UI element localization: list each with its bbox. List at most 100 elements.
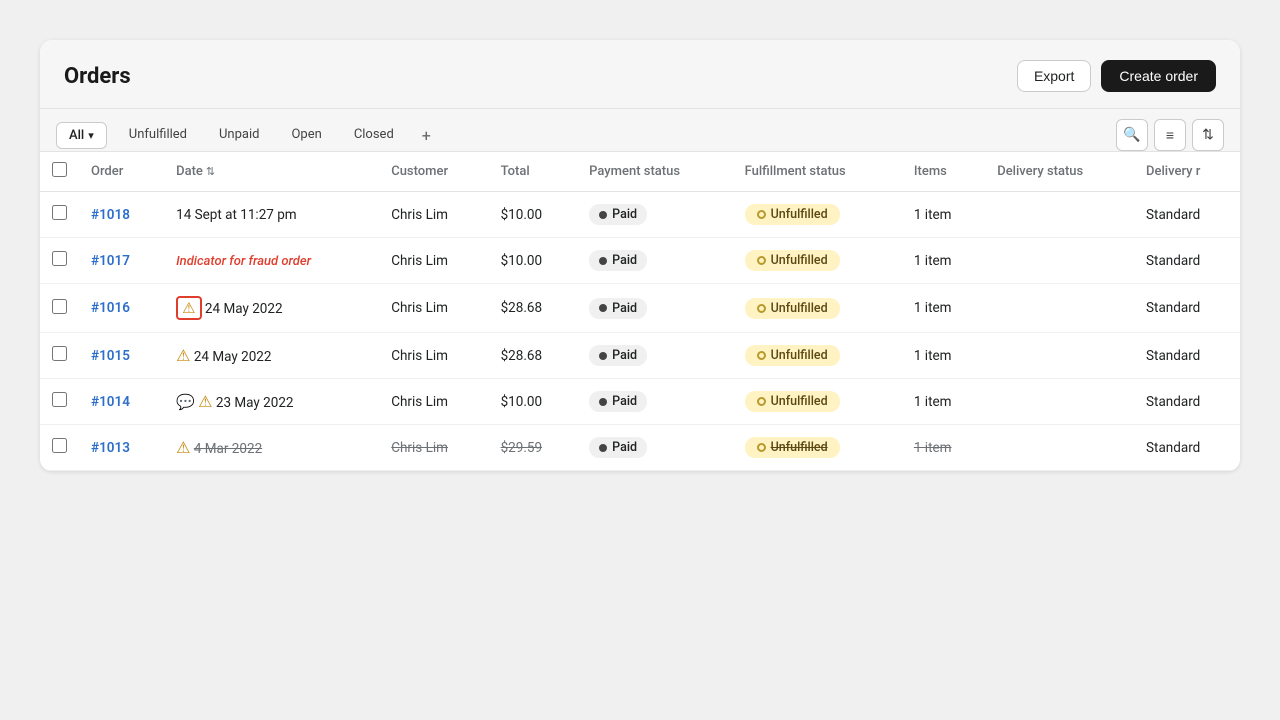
tab-open[interactable]: Open	[277, 121, 335, 150]
col-customer: Customer	[379, 152, 488, 192]
tab-all[interactable]: All ▾	[56, 122, 107, 149]
chat-icon: 💬	[176, 393, 195, 411]
payment-status-badge: Paid	[589, 437, 647, 458]
unfulfilled-ring	[757, 443, 766, 452]
col-fulfillment-status: Fulfillment status	[733, 152, 902, 192]
fulfillment-status-badge: Unfulfilled	[745, 204, 840, 225]
col-total: Total	[489, 152, 578, 192]
payment-status-badge: Paid	[589, 298, 647, 319]
delivery-r: Standard	[1134, 238, 1240, 284]
sort-date-icon: ⇅	[206, 165, 215, 178]
filter-icon: ≡	[1166, 127, 1174, 144]
order-total: $10.00	[489, 379, 578, 425]
page-header: Orders Export Create order	[40, 40, 1240, 109]
order-number[interactable]: #1016	[91, 300, 130, 316]
date-text: 24 May 2022	[194, 349, 272, 365]
customer-name: Chris Lim	[379, 192, 488, 238]
date-text: 4 Mar 2022	[194, 441, 262, 457]
order-total: $29.59	[489, 425, 578, 471]
fulfillment-status-badge: Unfulfilled	[745, 250, 840, 271]
tab-unfulfilled[interactable]: Unfulfilled	[115, 121, 201, 150]
create-order-button[interactable]: Create order	[1101, 60, 1216, 92]
col-payment-status: Payment status	[577, 152, 732, 192]
table-row: #1013⚠ 4 Mar 2022Chris Lim$29.59PaidUnfu…	[40, 425, 1240, 471]
payment-status-badge: Paid	[589, 204, 647, 225]
delivery-r: Standard	[1134, 333, 1240, 379]
payment-status-badge: Paid	[589, 250, 647, 271]
tabs-bar: All ▾ Unfulfilled Unpaid Open Closed + 🔍…	[40, 109, 1240, 152]
row-checkbox[interactable]	[52, 392, 67, 407]
paid-dot	[599, 398, 607, 406]
orders-table: Order Date ⇅ Customer Total Payment stat…	[40, 152, 1240, 471]
tab-closed[interactable]: Closed	[340, 121, 408, 150]
items-count: 1 item	[902, 333, 985, 379]
order-total: $28.68	[489, 284, 578, 333]
export-button[interactable]: Export	[1017, 60, 1091, 92]
fulfillment-status-badge: Unfulfilled	[745, 391, 840, 412]
order-number[interactable]: #1017	[91, 253, 130, 269]
paid-dot	[599, 352, 607, 360]
payment-status-badge: Paid	[589, 345, 647, 366]
fulfillment-status-badge: Unfulfilled	[745, 437, 840, 458]
table-header-row: Order Date ⇅ Customer Total Payment stat…	[40, 152, 1240, 192]
unfulfilled-ring	[757, 256, 766, 265]
table-row: #101814 Sept at 11:27 pmChris Lim$10.00P…	[40, 192, 1240, 238]
items-count: 1 item	[902, 425, 985, 471]
tab-add-button[interactable]: +	[412, 120, 441, 151]
row-checkbox[interactable]	[52, 346, 67, 361]
fraud-warning-icon: ⚠	[198, 392, 212, 411]
order-total: $10.00	[489, 238, 578, 284]
delivery-r: Standard	[1134, 284, 1240, 333]
paid-dot	[599, 444, 607, 452]
col-delivery-r: Delivery r	[1134, 152, 1240, 192]
table-row: #1016⚠ 24 May 2022Chris Lim$28.68PaidUnf…	[40, 284, 1240, 333]
unfulfilled-ring	[757, 210, 766, 219]
fulfillment-status-badge: Unfulfilled	[745, 298, 840, 319]
search-button[interactable]: 🔍	[1116, 119, 1148, 151]
items-count: 1 item	[902, 379, 985, 425]
tabs-right-actions: 🔍 ≡ ⇅	[1116, 119, 1224, 151]
customer-name: Chris Lim	[379, 425, 488, 471]
customer-name: Chris Lim	[379, 238, 488, 284]
fraud-warning-boxed-icon: ⚠	[176, 296, 201, 320]
items-count: 1 item	[902, 192, 985, 238]
tab-all-label: All	[69, 128, 84, 143]
delivery-r: Standard	[1134, 379, 1240, 425]
row-checkbox[interactable]	[52, 299, 67, 314]
order-total: $10.00	[489, 192, 578, 238]
search-icon: 🔍	[1123, 127, 1140, 143]
fraud-label: Indicator for fraud order	[176, 254, 311, 269]
order-number[interactable]: #1018	[91, 207, 130, 223]
row-checkbox[interactable]	[52, 438, 67, 453]
orders-table-wrap: Order Date ⇅ Customer Total Payment stat…	[40, 152, 1240, 471]
unfulfilled-ring	[757, 397, 766, 406]
delivery-r: Standard	[1134, 425, 1240, 471]
sort-button[interactable]: ⇅	[1192, 119, 1224, 151]
row-checkbox[interactable]	[52, 205, 67, 220]
customer-name: Chris Lim	[379, 333, 488, 379]
fulfillment-status-badge: Unfulfilled	[745, 345, 840, 366]
order-number[interactable]: #1015	[91, 348, 130, 364]
items-count: 1 item	[902, 284, 985, 333]
filter-button[interactable]: ≡	[1154, 119, 1186, 151]
col-checkbox	[40, 152, 79, 192]
col-date[interactable]: Date ⇅	[164, 152, 379, 192]
delivery-status	[985, 379, 1134, 425]
header-actions: Export Create order	[1017, 60, 1216, 92]
customer-name: Chris Lim	[379, 284, 488, 333]
delivery-status	[985, 238, 1134, 284]
delivery-status	[985, 425, 1134, 471]
order-number[interactable]: #1014	[91, 394, 130, 410]
order-number[interactable]: #1013	[91, 440, 130, 456]
select-all-checkbox[interactable]	[52, 162, 67, 177]
paid-dot	[599, 211, 607, 219]
items-count: 1 item	[902, 238, 985, 284]
delivery-status	[985, 192, 1134, 238]
paid-dot	[599, 257, 607, 265]
row-checkbox[interactable]	[52, 251, 67, 266]
table-row: #1017 Indicator for fraud order Chris Lim$…	[40, 238, 1240, 284]
tab-unpaid[interactable]: Unpaid	[205, 121, 273, 150]
delivery-status	[985, 284, 1134, 333]
fraud-warning-icon: ⚠	[176, 346, 190, 365]
unfulfilled-ring	[757, 304, 766, 313]
